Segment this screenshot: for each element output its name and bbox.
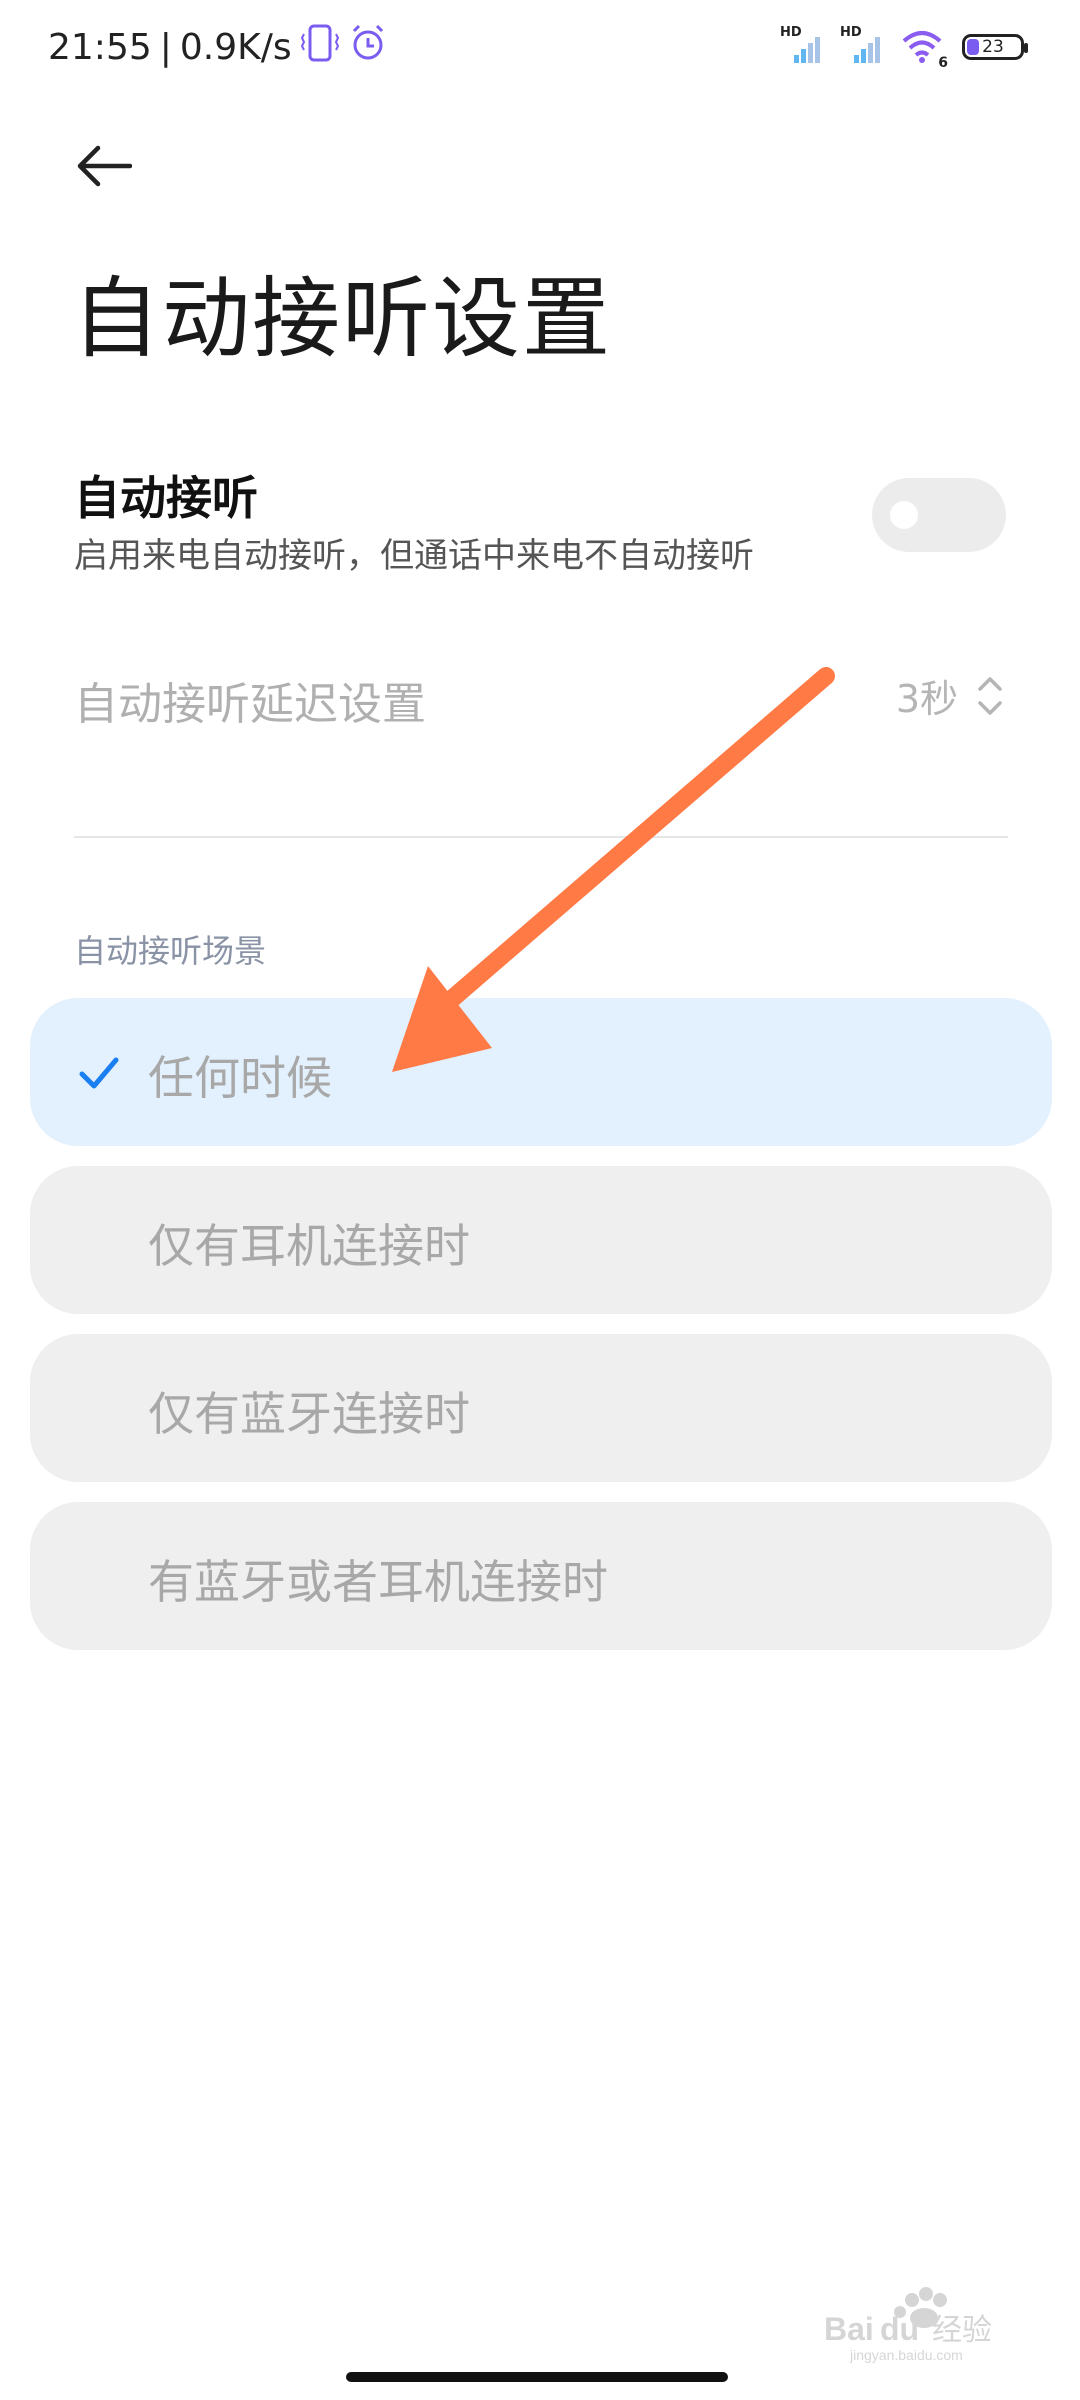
status-time: 21:55: [48, 26, 152, 68]
phone-vibrate-icon: [300, 22, 340, 73]
alarm-icon: [348, 22, 388, 73]
wifi-6-label: 6: [938, 55, 948, 71]
svg-text:jingyan.baidu.com: jingyan.baidu.com: [849, 2347, 963, 2363]
status-separator: |: [159, 26, 172, 68]
scene-option-label: 任何时候: [148, 1051, 332, 1105]
auto-answer-description: 启用来电自动接听，但通话中来电不自动接听: [74, 536, 754, 576]
svg-text:du: du: [880, 2311, 919, 2347]
battery-level: 23: [982, 36, 1004, 57]
page-title: 自动接听设置: [72, 267, 613, 370]
back-button[interactable]: [68, 130, 140, 202]
toggle-knob: [890, 501, 918, 529]
delay-value: 3秒: [895, 677, 958, 721]
battery-icon: 23: [962, 34, 1028, 60]
status-left: 21:55 | 0.9K/s: [48, 22, 388, 72]
divider: [74, 836, 1008, 838]
svg-text:经验: 经验: [932, 2313, 992, 2348]
scene-option-label: 仅有耳机连接时: [148, 1219, 470, 1273]
scene-option-bluetooth-or-headset[interactable]: 有蓝牙或者耳机连接时: [30, 1502, 1052, 1650]
scene-option-headset-only[interactable]: 仅有耳机连接时: [30, 1166, 1052, 1314]
back-arrow-icon: [77, 145, 132, 187]
baidu-paw-logo-icon: Bai du 经验 jingyan.baidu.com: [824, 2287, 992, 2363]
section-label: 自动接听场景: [74, 932, 267, 970]
scene-option-label: 仅有蓝牙连接时: [148, 1387, 470, 1441]
scene-options-list: 任何时候 仅有耳机连接时 仅有蓝牙连接时 有蓝牙或者耳机连接时: [30, 998, 1052, 1670]
signal-icon: HD: [840, 25, 882, 67]
scene-option-bluetooth-only[interactable]: 仅有蓝牙连接时: [30, 1334, 1052, 1482]
svg-text:Bai: Bai: [824, 2311, 874, 2347]
delay-value-picker[interactable]: 3秒: [896, 668, 1004, 723]
checkmark-icon: [79, 1057, 119, 1089]
wifi-icon: 6: [900, 27, 948, 71]
delay-label: 自动接听延迟设置: [74, 679, 426, 730]
status-network-speed: 0.9K/s: [179, 26, 292, 68]
signal-icon: HD: [780, 25, 822, 67]
updown-chevron-icon: [978, 676, 1002, 715]
auto-answer-toggle[interactable]: [872, 478, 1006, 552]
auto-answer-title: 自动接听: [74, 471, 258, 525]
status-bar: 21:55 | 0.9K/s HD HD 6 23: [0, 0, 1080, 96]
home-indicator[interactable]: [346, 2372, 728, 2382]
watermark: Bai du 经验 jingyan.baidu.com: [820, 2282, 1020, 2366]
status-right: HD HD 6 23: [780, 22, 1028, 72]
scene-option-label: 有蓝牙或者耳机连接时: [148, 1555, 608, 1609]
scene-option-anytime[interactable]: 任何时候: [30, 998, 1052, 1146]
